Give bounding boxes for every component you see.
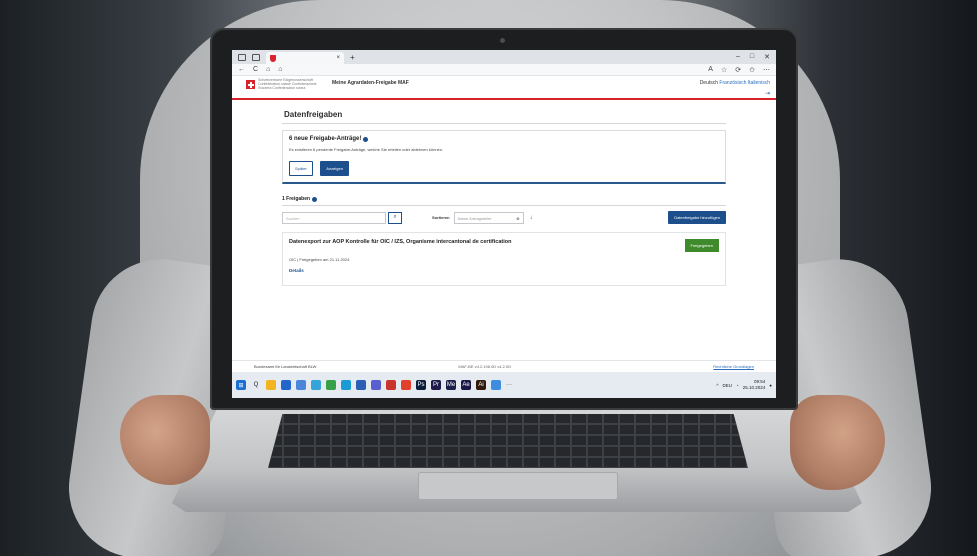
site-header: Schweizerische Eidgenossenschaft Confédé… xyxy=(232,76,776,100)
later-button[interactable]: Später xyxy=(289,161,313,176)
app-icon[interactable] xyxy=(296,380,306,390)
close-window-button[interactable]: ✕ xyxy=(764,53,770,61)
app-title: Meine Agrardaten-Freigabe MAF xyxy=(332,80,409,86)
site-footer: Bundesamt für Landwirtschaft BLW MAF-BE … xyxy=(232,360,776,372)
laptop-keyboard-rows xyxy=(268,414,748,468)
sort-select-value: Name Antragsteller xyxy=(457,215,492,221)
notification-bell-icon[interactable]: ● xyxy=(769,383,772,388)
status-badge: Freigegeben xyxy=(684,239,719,252)
language-indicator[interactable]: DEU xyxy=(723,383,733,388)
logout-icon[interactable]: ⇥ xyxy=(700,90,770,97)
footer-version: MAF-BE v4.2.198.0D v4.2.0D xyxy=(458,364,512,369)
lang-fr[interactable]: Französisch xyxy=(719,80,746,86)
sort-select[interactable]: Name Antragsteller ⊗ xyxy=(453,211,524,224)
address-bar: ← C ⌂ ⌂ A ☆ ⟳ ✩ ⋯ xyxy=(232,64,776,76)
search-button[interactable]: ⌕ xyxy=(388,211,402,224)
webcam-icon xyxy=(500,38,505,43)
app-icon[interactable] xyxy=(371,380,381,390)
photoshop-icon[interactable]: Ps xyxy=(416,380,426,390)
minimize-button[interactable]: – xyxy=(736,53,740,61)
app-icon[interactable] xyxy=(401,380,411,390)
page-title: Datenfreigaben xyxy=(282,104,726,124)
system-tray: ^ DEU ◔ 09:54 25.10.2024 ● xyxy=(716,379,772,391)
release-card: Datenexport zur AOP Kontrolle für OIC / … xyxy=(282,232,726,286)
taskbar-apps: Ps Pr Me Ae Ai xyxy=(266,380,501,390)
read-aloud-icon[interactable]: A xyxy=(708,66,713,74)
app-icon[interactable] xyxy=(326,380,336,390)
reload-icon[interactable]: C xyxy=(253,66,258,73)
main-content: Datenfreigaben 6 neue Freigabe-Anträge! … xyxy=(282,104,726,286)
info-icon[interactable] xyxy=(312,196,318,202)
swiss-shield-icon xyxy=(270,54,276,62)
close-tab-icon[interactable]: × xyxy=(336,55,340,61)
info-icon[interactable] xyxy=(363,136,369,142)
app-icon[interactable] xyxy=(311,380,321,390)
tray-chevron-icon[interactable]: ^ xyxy=(716,383,718,388)
notice-title: 6 neue Freigabe-Anträge! xyxy=(289,136,719,142)
app-icon[interactable] xyxy=(281,380,291,390)
favorites-icon[interactable]: ✩ xyxy=(749,66,755,74)
app-icon[interactable] xyxy=(356,380,366,390)
wifi-icon[interactable]: ◔ xyxy=(736,383,739,388)
back-icon[interactable]: ← xyxy=(238,66,245,73)
releases-count: 1 Freigaben xyxy=(282,196,311,202)
notepad-icon[interactable] xyxy=(491,380,501,390)
search-icon: ⌕ xyxy=(393,214,397,220)
list-toolbar: Suchen ⌕ Sortieren Name Antragsteller ⊗ … xyxy=(282,211,726,224)
browser-tab[interactable]: × xyxy=(266,52,344,64)
releases-section-title: 1 Freigaben xyxy=(282,196,726,206)
site-info-icon[interactable]: ⌂ xyxy=(278,66,282,73)
laptop-screen: × + – □ ✕ ← C ⌂ ⌂ A ☆ ⟳ ✩ ⋯ Schweizerisc… xyxy=(232,50,776,398)
show-button[interactable]: Anzeigen xyxy=(320,161,349,176)
language-switcher: Deutsch Französisch Italienisch ⇥ xyxy=(700,80,770,97)
notice-text: Es existieren 6 pendente Freigabe-Anträg… xyxy=(289,147,444,152)
media-encoder-icon[interactable]: Me xyxy=(446,380,456,390)
maximize-button[interactable]: □ xyxy=(750,53,754,61)
sort-direction-icon[interactable]: ↓ xyxy=(530,215,533,221)
app-icon[interactable] xyxy=(386,380,396,390)
file-explorer-icon[interactable] xyxy=(266,380,276,390)
release-meta: OIC | Freigegeben am 21.11.2024 xyxy=(289,257,350,262)
premiere-icon[interactable]: Pr xyxy=(431,380,441,390)
taskbar: ⊞ Q Ps Pr Me Ae Ai ··· ^ DEU ◔ 09:54 25.10.2… xyxy=(232,372,776,398)
favorite-icon[interactable]: ☆ xyxy=(721,66,727,74)
home-icon[interactable]: ⌂ xyxy=(266,66,270,73)
clear-sort-icon[interactable]: ⊗ xyxy=(516,216,519,221)
browser-tab-bar: × + – □ ✕ xyxy=(232,50,776,64)
new-tab-button[interactable]: + xyxy=(350,53,355,62)
details-link[interactable]: Details xyxy=(289,268,719,273)
sort-label: Sortieren xyxy=(432,215,450,220)
pending-requests-notice: 6 neue Freigabe-Anträge! Es existieren 6… xyxy=(282,130,726,184)
footer-org: Bundesamt für Landwirtschaft BLW xyxy=(254,364,317,369)
lang-it[interactable]: Italienisch xyxy=(748,80,770,86)
app-icon[interactable] xyxy=(341,380,351,390)
release-title: Datenexport zur AOP Kontrolle für OIC / … xyxy=(289,239,512,245)
clock-date: 25.10.2024 xyxy=(742,385,766,390)
refresh-icon[interactable]: ⟳ xyxy=(735,66,741,74)
search-input[interactable]: Suchen xyxy=(282,211,386,224)
more-icon[interactable]: ⋯ xyxy=(763,66,770,74)
start-icon[interactable]: ⊞ xyxy=(236,380,246,390)
laptop-lid: × + – □ ✕ ← C ⌂ ⌂ A ☆ ⟳ ✩ ⋯ Schweizerisc… xyxy=(210,28,798,410)
tab-groups-icon[interactable] xyxy=(252,53,260,61)
clock[interactable]: 09:54 25.10.2024 xyxy=(743,379,766,391)
notice-title-text: 6 neue Freigabe-Anträge! xyxy=(289,136,362,142)
legal-link[interactable]: Rechtliche Grundlagen xyxy=(713,364,754,369)
laptop-trackpad xyxy=(418,472,618,500)
more-apps-icon[interactable]: ··· xyxy=(506,382,512,388)
search-icon[interactable]: Q xyxy=(251,380,261,390)
lang-de[interactable]: Deutsch xyxy=(700,80,718,86)
after-effects-icon[interactable]: Ae xyxy=(461,380,471,390)
tab-actions-icon[interactable] xyxy=(238,53,246,61)
confederation-label: Schweizerische Eidgenossenschaft Confédé… xyxy=(258,78,317,90)
illustrator-icon[interactable]: Ai xyxy=(476,380,486,390)
swiss-cross-icon xyxy=(246,80,255,89)
add-release-button[interactable]: Datenfreigabe hinzufügen xyxy=(668,211,726,224)
